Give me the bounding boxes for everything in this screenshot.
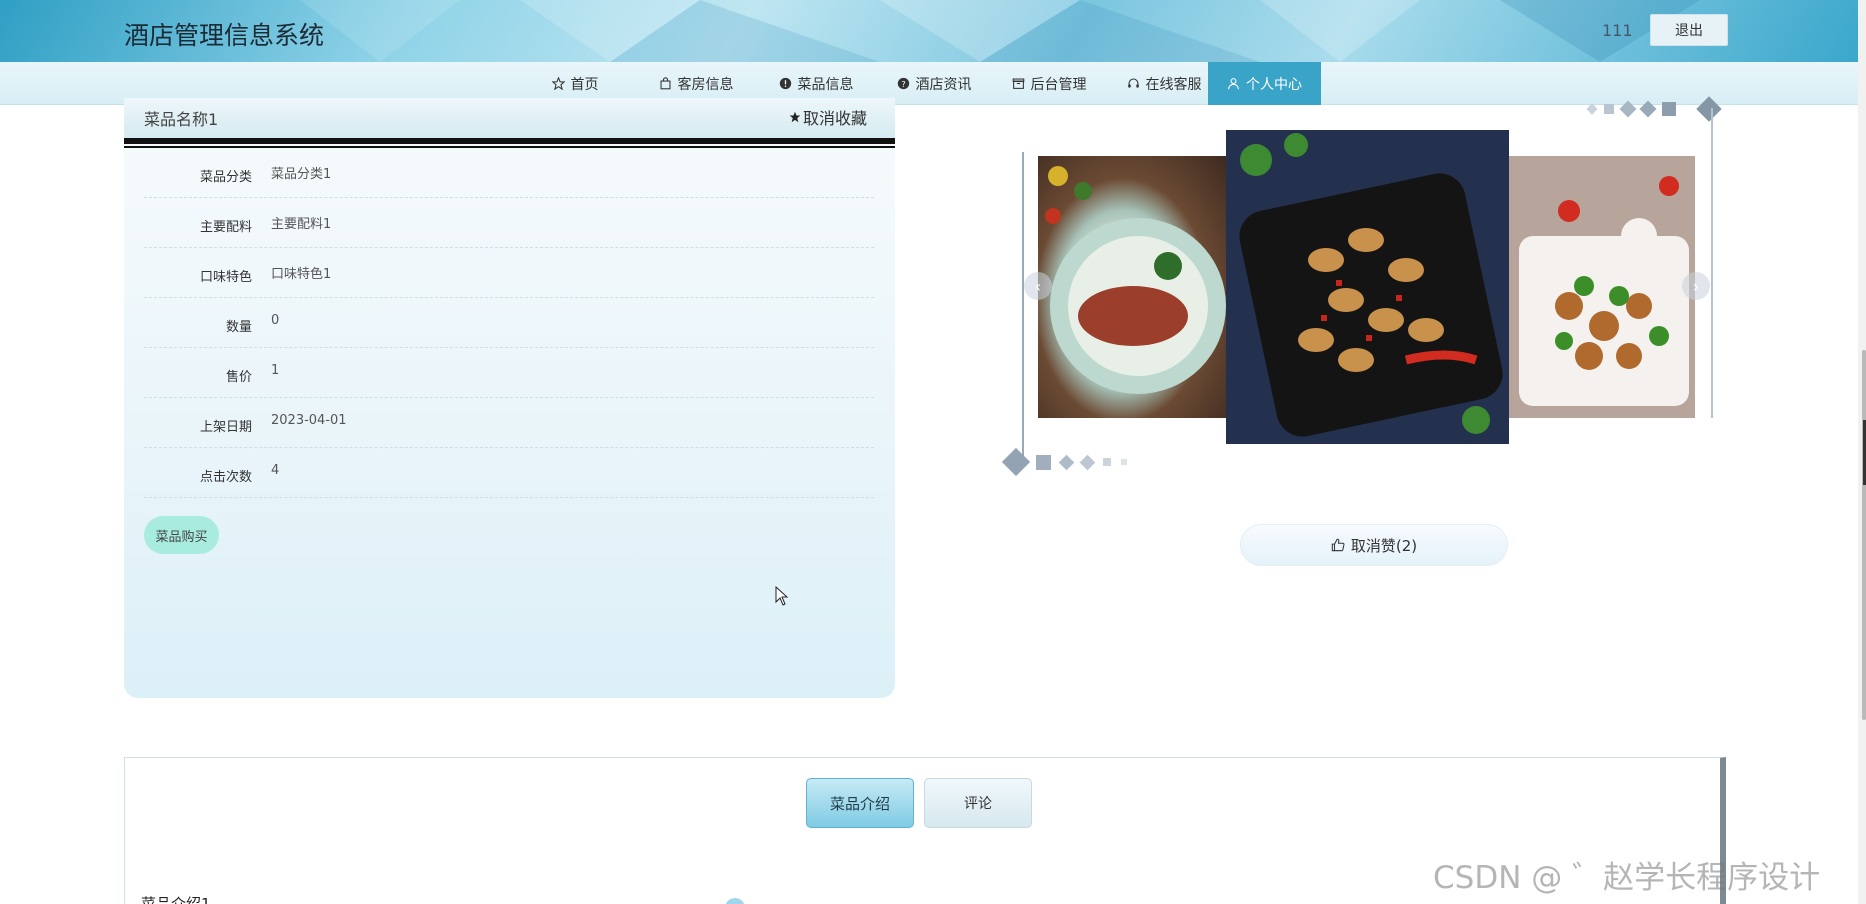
nav-item-profile[interactable]: 个人中心 (1208, 62, 1321, 105)
thumbs-up-icon (1331, 538, 1345, 552)
box-icon (1012, 78, 1024, 89)
logout-button[interactable]: 退出 (1650, 14, 1728, 46)
uncollect-label: 取消收藏 (802, 109, 867, 128)
dish-image-steak-salad[interactable] (1038, 156, 1226, 418)
carousel-dot[interactable] (1103, 458, 1111, 466)
watermark: CSDN @ ゛赵学长程序设计 (1433, 860, 1821, 896)
nav-item-label: 菜品信息 (797, 76, 854, 93)
nav-item-admin[interactable]: 后台管理 (993, 62, 1105, 105)
nav-item-label: 首页 (570, 76, 599, 93)
field-value: 4 (271, 463, 280, 478)
divider (124, 138, 895, 144)
dish-image-chicken-peppers[interactable] (1509, 156, 1695, 418)
nav-item-support[interactable]: 在线客服 (1108, 62, 1220, 105)
dish-image-clams[interactable] (1226, 130, 1509, 444)
carousel-pagination (1001, 447, 1127, 477)
field-row-listing-date: 上架日期 2023-04-01 (144, 398, 874, 448)
star-icon (551, 77, 565, 90)
field-row-ingredients: 主要配料 主要配料1 (144, 198, 874, 248)
field-row-price: 售价 1 (144, 348, 874, 398)
field-label: 口味特色 (199, 270, 252, 285)
field-value: 2023-04-01 (271, 413, 347, 428)
question-icon: ? (897, 77, 909, 90)
uncollect-button[interactable]: 取消收藏 (789, 105, 867, 129)
svg-text:?: ? (901, 79, 905, 89)
site-title: 酒店管理信息系统 (124, 21, 325, 50)
carousel-dot[interactable] (1036, 454, 1051, 470)
field-label: 主要配料 (199, 220, 252, 235)
field-label: 菜品分类 (199, 170, 252, 185)
carousel-dot[interactable] (1079, 454, 1096, 470)
unlike-label: 取消赞(2) (1350, 536, 1418, 555)
carousel-prev-button[interactable]: ‹ (1024, 272, 1052, 300)
unlike-button[interactable]: 取消赞(2) (1240, 524, 1508, 566)
field-value: 口味特色1 (271, 267, 332, 282)
field-label: 点击次数 (199, 470, 252, 485)
scrollbar-thumb[interactable] (1862, 350, 1866, 720)
tab-comments[interactable]: 评论 (924, 778, 1032, 828)
field-row-flavor: 口味特色 口味特色1 (144, 248, 874, 298)
carousel-top-decoration (1586, 96, 1722, 122)
buy-dish-button[interactable]: 菜品购买 (144, 516, 219, 554)
carousel-dot[interactable] (1001, 447, 1031, 477)
field-value: 0 (271, 313, 280, 328)
field-value: 主要配料1 (271, 217, 332, 232)
nav-item-label: 个人中心 (1246, 76, 1302, 93)
dish-name: 菜品名称1 (144, 110, 219, 129)
detail-header: 菜品名称1 取消收藏 (124, 98, 895, 139)
dish-intro-text: 菜品介绍1 (141, 895, 211, 904)
decorative-dot (725, 898, 745, 904)
field-row-quantity: 数量 0 (144, 298, 874, 348)
headset-icon (1127, 78, 1139, 88)
tab-dish-intro[interactable]: 菜品介绍 (806, 778, 914, 828)
field-label: 数量 (225, 320, 252, 335)
info-icon (779, 77, 791, 90)
field-row-category: 菜品分类 菜品分类1 (144, 148, 874, 198)
nav-item-label: 后台管理 (1030, 76, 1087, 93)
carousel-line (1711, 108, 1713, 418)
user-icon (1228, 78, 1239, 90)
field-value: 菜品分类1 (271, 167, 332, 182)
field-value: 1 (271, 363, 280, 378)
field-label: 售价 (225, 370, 252, 385)
carousel-dot[interactable] (1058, 454, 1075, 470)
carousel-line (1022, 152, 1024, 462)
user-name: 111 (1602, 21, 1633, 40)
star-filled-icon (789, 111, 801, 123)
site-header: 酒店管理信息系统 111 退出 (0, 0, 1858, 62)
field-label: 上架日期 (199, 420, 252, 435)
field-row-clicks: 点击次数 4 (144, 448, 874, 498)
carousel-dot[interactable] (1121, 459, 1127, 465)
nav-item-label: 客房信息 (677, 76, 734, 93)
mouse-cursor-icon (775, 586, 789, 606)
nav-item-label: 酒店资讯 (915, 76, 972, 93)
dish-detail-panel: 菜品名称1 取消收藏 菜品分类 菜品分类1 主要配料 主要配料1 口味特色 口味… (124, 98, 895, 698)
bag-icon (660, 77, 670, 90)
nav-item-label: 在线客服 (1145, 76, 1202, 93)
carousel-next-button[interactable]: › (1682, 272, 1710, 300)
